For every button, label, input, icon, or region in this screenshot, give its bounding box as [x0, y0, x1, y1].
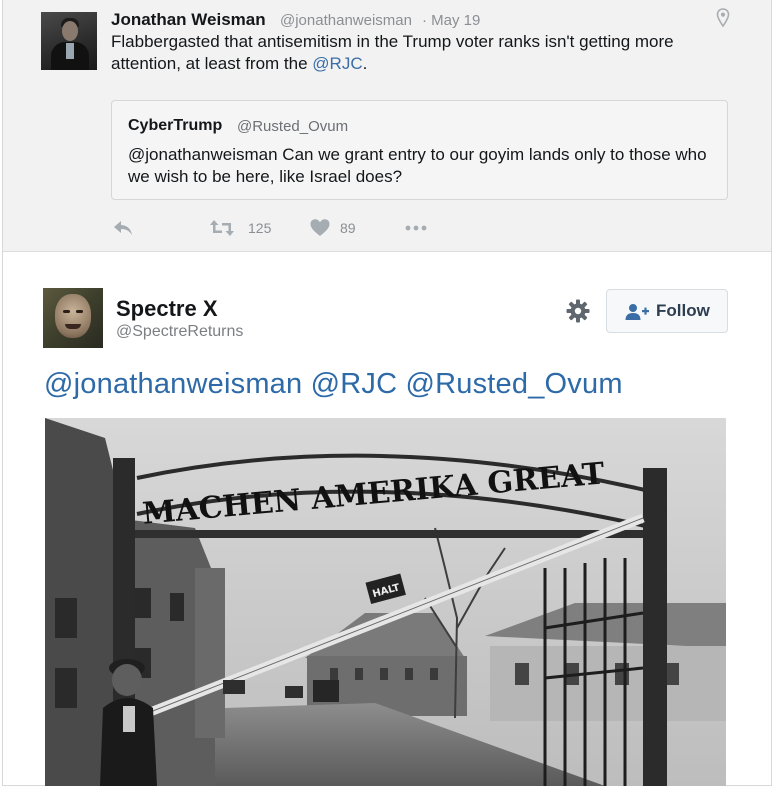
gear-icon[interactable]	[566, 299, 590, 323]
add-user-icon	[625, 304, 649, 320]
follow-button[interactable]: Follow	[606, 289, 728, 333]
quoted-tweet[interactable]: CyberTrump @Rusted_Ovum @jonathanweisman…	[111, 100, 728, 200]
tweet-text-main: Flabbergasted that antisemitism in the T…	[111, 32, 674, 73]
author-handle[interactable]: @jonathanweisman	[280, 12, 412, 29]
quoted-tweet-text: @jonathanweisman Can we grant entry to o…	[128, 145, 707, 186]
author-handle[interactable]: @SpectreReturns	[116, 323, 243, 341]
author-name-symbol: X	[202, 296, 218, 321]
author-name-text: Spectre	[116, 296, 197, 321]
mention-link[interactable]: @RJC	[312, 54, 362, 73]
date-text: May 19	[431, 12, 481, 29]
heart-icon[interactable]	[309, 216, 331, 240]
like-count: 89	[340, 220, 356, 236]
retweet-icon[interactable]	[209, 216, 235, 240]
tweet-date[interactable]: · May 19	[422, 12, 480, 29]
gate-photo: MACHEN AMERIKA GREAT HALT	[45, 418, 726, 786]
quoted-author-name: CyberTrump	[128, 117, 223, 134]
author-name[interactable]: Jonathan Weisman	[111, 10, 266, 30]
tweet-text-end: .	[362, 54, 368, 73]
location-pin-icon[interactable]	[716, 8, 730, 28]
date-separator: ·	[422, 12, 427, 29]
more-dots-icon[interactable]	[404, 216, 428, 240]
tweet-actions: 125 89	[111, 216, 511, 240]
author-name[interactable]: Spectre X	[116, 296, 218, 322]
reply-icon[interactable]	[111, 216, 135, 240]
avatar[interactable]	[41, 12, 97, 70]
tweet-frame: Jonathan Weisman @jonathanweisman · May …	[2, 0, 772, 786]
tweet-text-mentions[interactable]: @jonathanweisman @RJC @Rusted_Ovum	[44, 368, 623, 401]
retweet-count: 125	[248, 220, 272, 236]
avatar[interactable]	[43, 288, 103, 348]
tweet-photo[interactable]: MACHEN AMERIKA GREAT HALT	[45, 418, 726, 786]
follow-label: Follow	[656, 301, 710, 320]
top-tweet[interactable]: Jonathan Weisman @jonathanweisman · May …	[3, 0, 771, 252]
quoted-author-handle: @Rusted_Ovum	[237, 118, 349, 135]
tweet-text: Flabbergasted that antisemitism in the T…	[111, 31, 711, 75]
